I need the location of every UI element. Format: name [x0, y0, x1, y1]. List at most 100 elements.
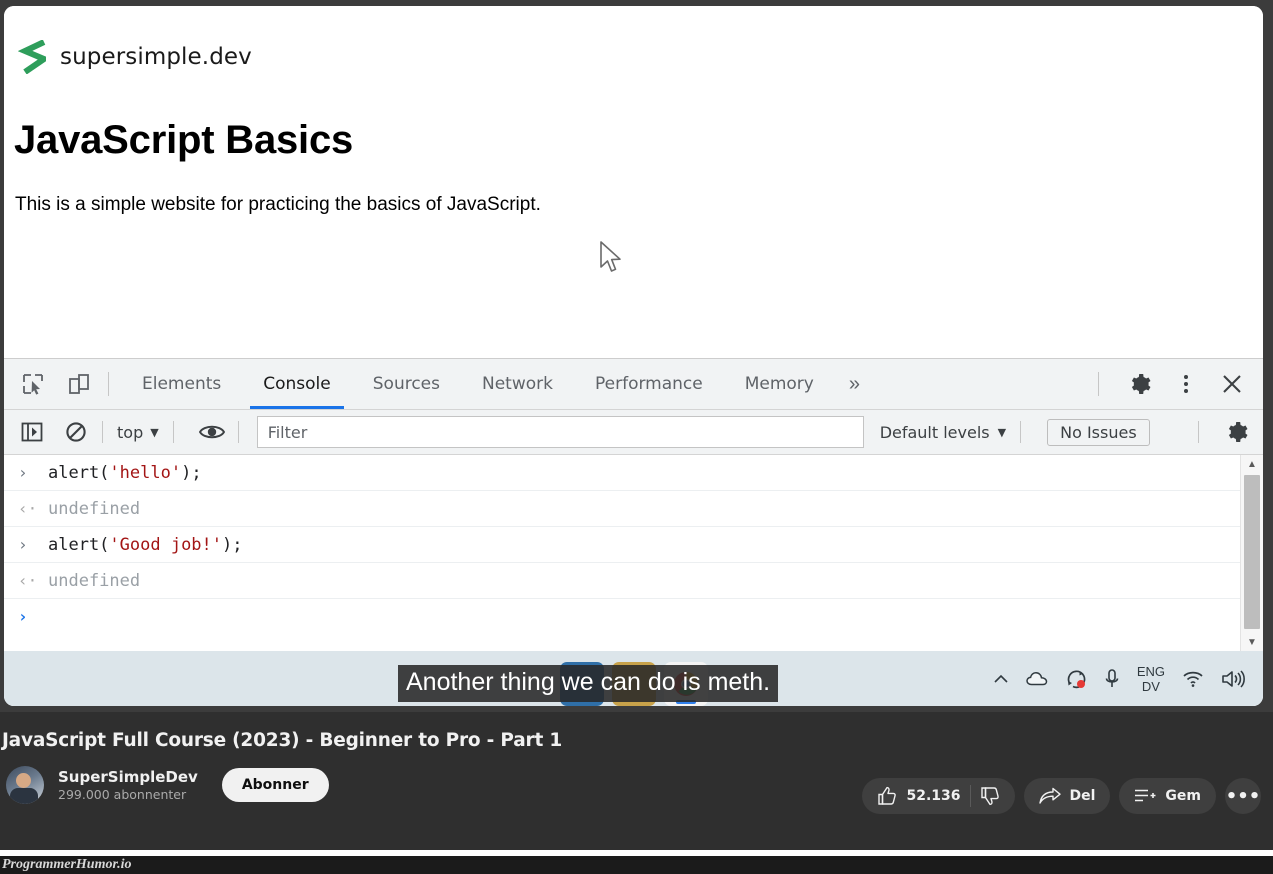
channel-name[interactable]: SuperSimpleDev [58, 768, 198, 787]
console-filter-input[interactable]: Filter [256, 416, 864, 448]
console-prompt-row[interactable]: › [4, 599, 1263, 634]
channel-info: SuperSimpleDev 299.000 abonnenter [58, 768, 198, 803]
save-button[interactable]: Gem [1119, 778, 1216, 814]
share-button[interactable]: Del [1023, 778, 1111, 814]
volume-icon[interactable] [1221, 669, 1245, 689]
webpage-content: supersimple.dev JavaScript Basics This i… [4, 6, 1263, 356]
devtools-tabbar: Elements Console Sources Network Perform… [4, 359, 1263, 410]
execution-context-label: top [117, 422, 144, 442]
youtube-info-bar: JavaScript Full Course (2023) - Beginner… [0, 712, 1273, 850]
like-count: 52.136 [906, 788, 961, 804]
browser-window: supersimple.dev JavaScript Basics This i… [4, 6, 1263, 706]
device-toolbar-button[interactable] [62, 367, 96, 401]
console-settings-button[interactable] [1221, 417, 1253, 447]
gear-icon [1131, 374, 1151, 394]
issues-button[interactable]: No Issues [1047, 418, 1150, 446]
page-title: JavaScript Basics [14, 118, 354, 162]
console-code-suffix-2: ); [222, 534, 243, 555]
like-dislike-divider [969, 785, 971, 807]
cloud-icon[interactable] [1026, 671, 1048, 687]
tab-performance-label: Performance [594, 374, 703, 394]
inspect-element-button[interactable] [16, 367, 50, 401]
video-caption: Another thing we can do is meth. [398, 665, 779, 702]
console-input-arrow-icon-2: › [18, 535, 28, 554]
console-input-row-2[interactable]: › alert('Good job!'); [4, 527, 1263, 563]
console-output[interactable]: › alert('hello'); ‹· undefined › alert('… [4, 455, 1263, 651]
channel-avatar[interactable] [6, 766, 44, 804]
log-levels-label: Default levels [879, 422, 990, 442]
log-levels-selector[interactable]: Default levels ▼ [880, 423, 1006, 442]
tab-network-label: Network [482, 374, 553, 394]
language-line-2: DV [1141, 678, 1160, 694]
devtools-settings-button[interactable] [1123, 367, 1157, 401]
video-action-buttons: 52.136 Del Gem ••• [862, 778, 1261, 814]
live-expression-eye-icon [198, 425, 225, 439]
console-code-suffix: ); [181, 462, 202, 483]
supersimple-s-logo-icon [18, 40, 46, 74]
save-label: Gem [1165, 788, 1201, 804]
gear-icon-console [1228, 422, 1248, 442]
console-input-row[interactable]: › alert('hello'); [4, 455, 1263, 491]
console-toolbar-divider-1 [102, 421, 103, 443]
site-logo[interactable]: supersimple.dev [18, 40, 252, 74]
close-icon [1223, 375, 1241, 393]
system-tray: ENG DV [993, 664, 1245, 694]
subscribe-button[interactable]: Abonner [221, 768, 329, 802]
kebab-menu-icon [1184, 375, 1188, 393]
console-scrollbar[interactable]: ▲ ▼ [1240, 455, 1263, 651]
console-toolbar-divider-5 [1198, 421, 1199, 443]
console-code-2: alert('Good job!'); [48, 535, 243, 555]
scrollbar-thumb[interactable] [1244, 475, 1260, 629]
tab-console-label: Console [263, 374, 331, 394]
chevron-down-icon-levels: ▼ [997, 425, 1007, 439]
devtools-more-options-button[interactable] [1169, 367, 1203, 401]
screenshot-root: supersimple.dev JavaScript Basics This i… [0, 0, 1273, 874]
console-output-row: ‹· undefined [4, 491, 1263, 527]
watermark-text: ProgrammerHumor.io [2, 857, 132, 872]
like-dislike-group[interactable]: 52.136 [862, 778, 1015, 814]
console-input-arrow-icon: › [18, 463, 28, 482]
thumbs-down-icon[interactable] [980, 786, 1000, 806]
screen-recording-icon[interactable] [1065, 669, 1087, 689]
console-code-string-2: 'Good job!' [109, 534, 223, 555]
console-return-arrow-icon-2: ‹· [18, 571, 38, 590]
page-paragraph: This is a simple website for practicing … [15, 194, 541, 215]
channel-row: SuperSimpleDev 299.000 abonnenter Abonne… [6, 766, 329, 804]
save-to-playlist-icon [1135, 789, 1156, 802]
tab-memory[interactable]: Memory [724, 359, 835, 409]
console-return-arrow-icon: ‹· [18, 499, 38, 518]
tab-elements[interactable]: Elements [121, 359, 242, 409]
tab-console[interactable]: Console [242, 359, 352, 409]
console-code-prefix-2: alert( [48, 534, 110, 555]
devtools-close-button[interactable] [1215, 367, 1249, 401]
console-output-row-2: ‹· undefined [4, 563, 1263, 599]
more-tabs-button[interactable]: » [835, 373, 874, 396]
scrollbar-up-arrow-icon[interactable]: ▲ [1241, 455, 1263, 473]
site-logo-text: supersimple.dev [60, 44, 252, 70]
console-toolbar-right [1188, 410, 1253, 454]
tab-network[interactable]: Network [461, 359, 574, 409]
scrollbar-down-arrow-icon[interactable]: ▼ [1241, 633, 1263, 651]
tab-memory-label: Memory [744, 374, 814, 394]
console-toolbar-divider-2 [172, 421, 174, 443]
more-actions-button[interactable]: ••• [1225, 778, 1261, 814]
clear-console-button[interactable] [60, 417, 92, 447]
chevron-up-icon[interactable] [993, 673, 1009, 685]
execution-context-selector[interactable]: top ▼ [113, 423, 163, 442]
tab-performance[interactable]: Performance [574, 359, 724, 409]
mouse-cursor-icon [600, 241, 621, 272]
device-toolbar-icon [69, 374, 89, 394]
language-indicator[interactable]: ENG DV [1137, 664, 1165, 694]
console-sidebar-toggle-button[interactable] [16, 417, 48, 447]
wifi-icon[interactable] [1182, 670, 1204, 688]
tab-sources[interactable]: Sources [352, 359, 461, 409]
language-line-1: ENG [1136, 663, 1165, 679]
toolbar-divider-right [1098, 372, 1099, 396]
subscriber-count: 299.000 abonnenter [58, 786, 187, 802]
console-toolbar-divider-3 [237, 421, 239, 443]
devtools-tabbar-actions [1086, 359, 1263, 409]
video-title: JavaScript Full Course (2023) - Beginner… [2, 730, 562, 751]
live-expression-button[interactable] [196, 417, 228, 447]
console-result-2: undefined [48, 570, 141, 591]
microphone-icon[interactable] [1104, 668, 1120, 690]
